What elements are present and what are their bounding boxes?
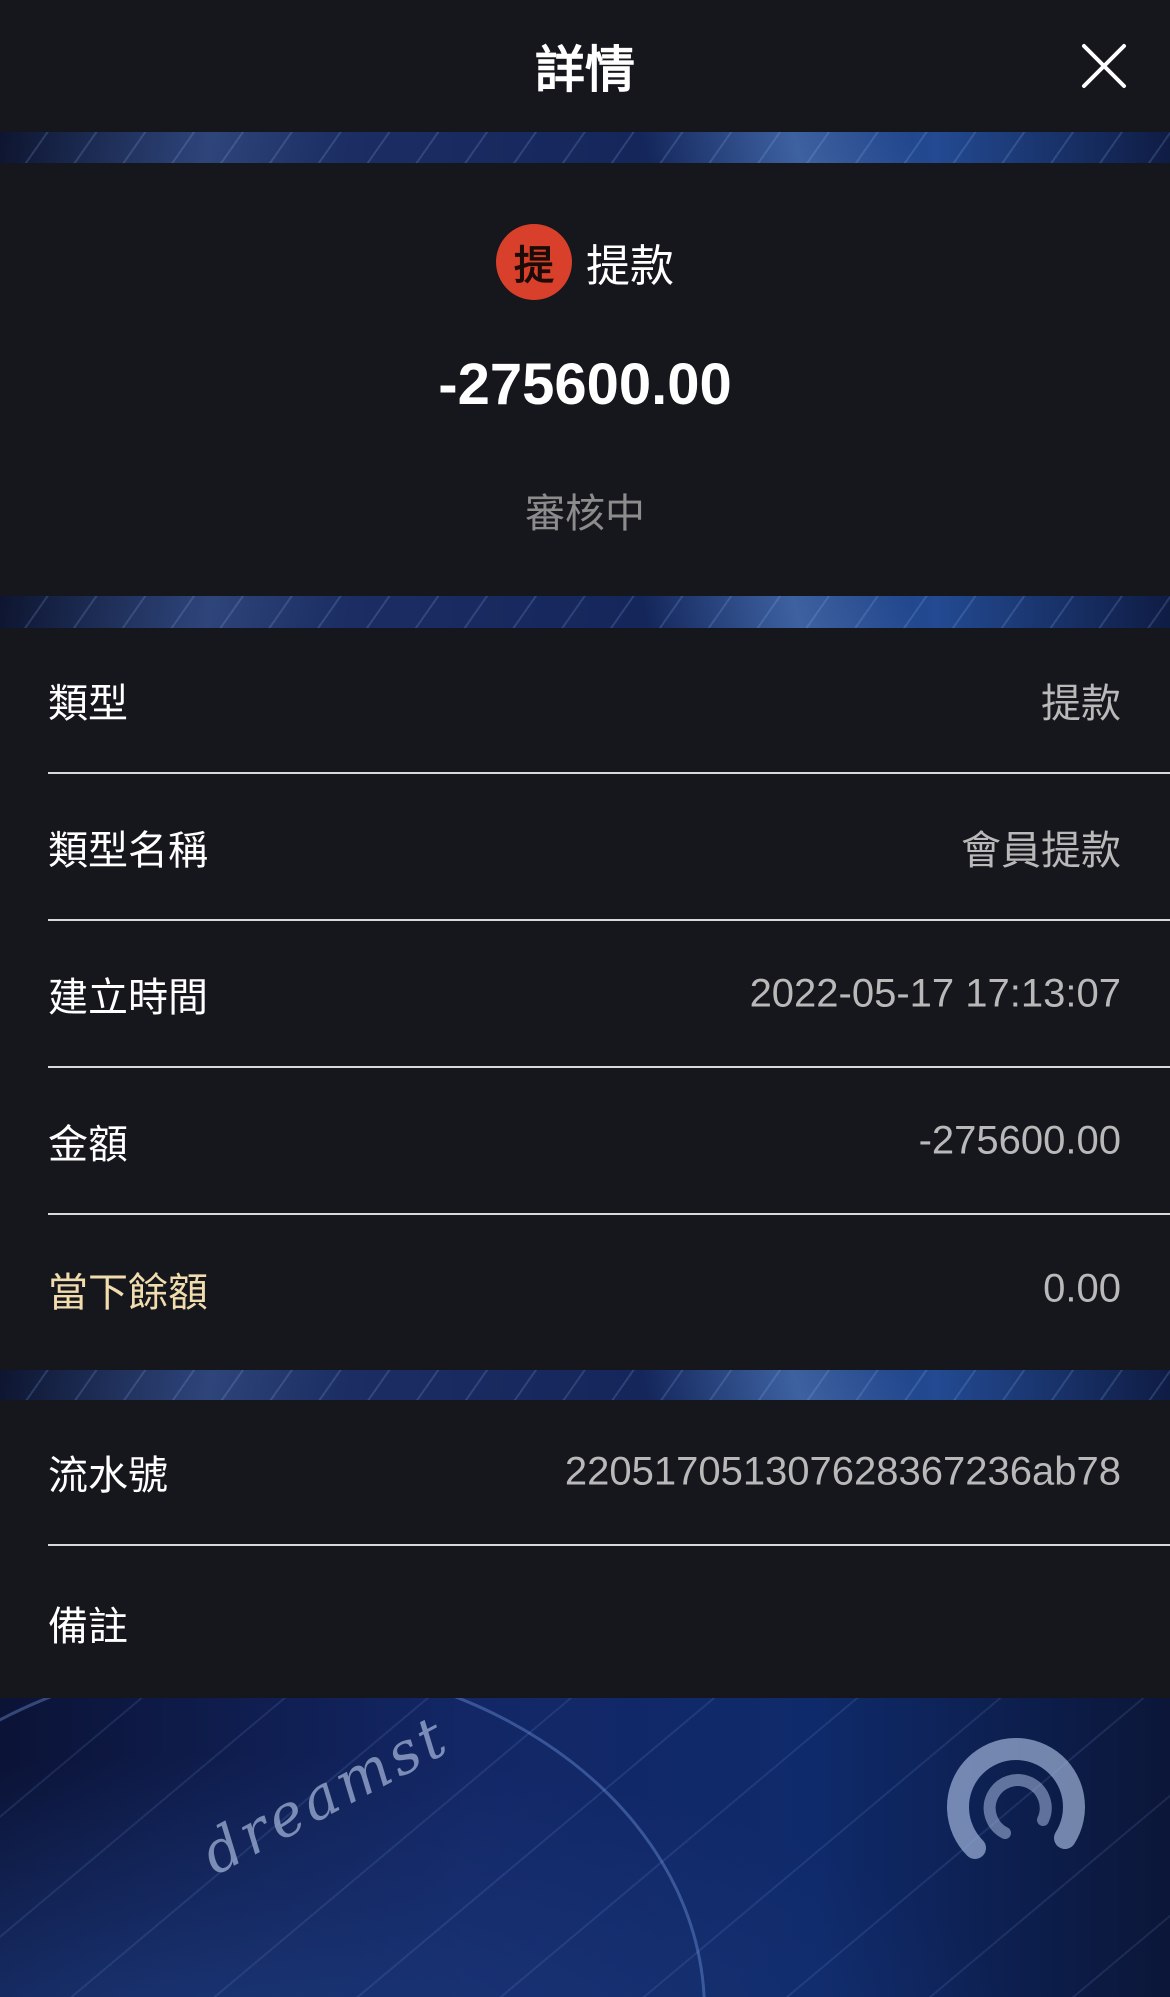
page-title: 詳情 (535, 41, 635, 99)
detail-value: -275600.00 (918, 1118, 1121, 1163)
detail-row-remark: 備註 (48, 1550, 1170, 1696)
detail-label: 流水號 (48, 1453, 168, 1499)
detail-row-current-balance: 當下餘額 0.00 (48, 1216, 1170, 1362)
close-button[interactable] (1078, 40, 1130, 92)
close-icon (1082, 44, 1126, 88)
transaction-detail-page: 詳情 提 提款 -275600.00 審核中 類型 提款 類型名稱 會員提款 建… (0, 0, 1170, 1997)
detail-label: 當下餘額 (48, 1270, 208, 1316)
detail-value: 提款 (1041, 682, 1121, 726)
detail-row-amount: 金額 -275600.00 (48, 1069, 1170, 1215)
detail-label: 類型名稱 (48, 828, 208, 874)
detail-row-serial-number: 流水號 220517051307628367236ab78 (48, 1400, 1170, 1546)
withdraw-badge-icon: 提 (496, 224, 572, 300)
brand-logo-icon (947, 1737, 1085, 1859)
detail-label: 建立時間 (48, 975, 208, 1021)
decor-band (0, 596, 1170, 628)
detail-value: 2022-05-17 17:13:07 (749, 971, 1121, 1016)
detail-row-created-time: 建立時間 2022-05-17 17:13:07 (48, 922, 1170, 1068)
detail-label: 金額 (48, 1122, 128, 1168)
decor-band (0, 132, 1170, 163)
brand-watermark-text: dreamst (190, 1701, 461, 1889)
transaction-type-label: 提款 (586, 241, 674, 292)
detail-value: 220517051307628367236ab78 (564, 1449, 1121, 1494)
detail-row-type-name: 類型名稱 會員提款 (48, 775, 1170, 921)
detail-label: 備註 (48, 1604, 128, 1650)
extra-detail-list: 流水號 220517051307628367236ab78 備註 (0, 1400, 1170, 1698)
detail-value: 0.00 (1043, 1266, 1121, 1311)
transaction-summary: 提 提款 -275600.00 審核中 (0, 163, 1170, 596)
detail-label: 類型 (48, 681, 128, 727)
transaction-amount: -275600.00 (438, 352, 732, 417)
decor-band (0, 1370, 1170, 1400)
detail-list: 類型 提款 類型名稱 會員提款 建立時間 2022-05-17 17:13:07… (0, 628, 1170, 1370)
header-bar: 詳情 (0, 0, 1170, 132)
transaction-status: 審核中 (525, 491, 645, 537)
detail-value: 會員提款 (961, 829, 1121, 873)
transaction-type-row: 提 提款 (0, 224, 1170, 300)
detail-row-type: 類型 提款 (48, 628, 1170, 774)
decor-background: dreamst (0, 1698, 1170, 1997)
